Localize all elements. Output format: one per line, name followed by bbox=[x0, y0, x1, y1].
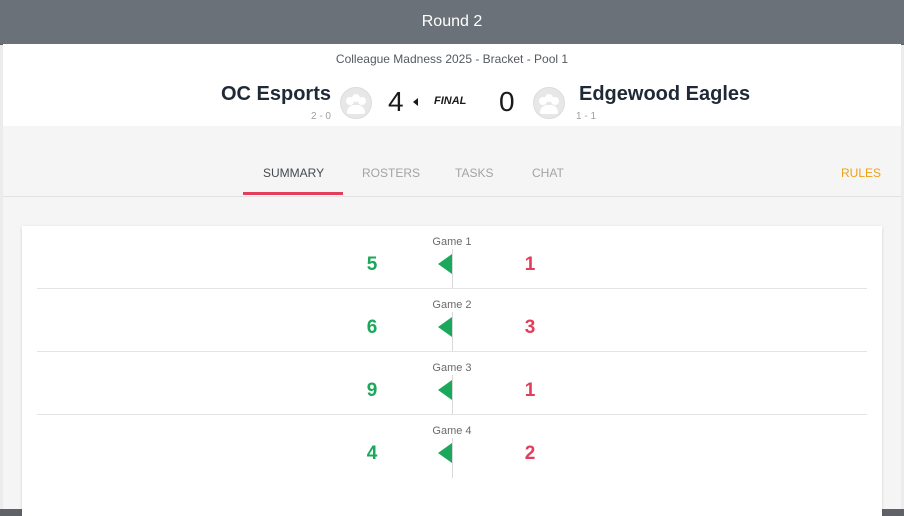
winner-flag-left-icon bbox=[438, 254, 452, 274]
game-label: Game 1 bbox=[432, 236, 472, 248]
away-team-avatar-icon[interactable] bbox=[533, 87, 565, 119]
home-team-avatar-icon[interactable] bbox=[340, 87, 372, 119]
winner-flag-left-icon bbox=[438, 443, 452, 463]
tab-summary[interactable]: SUMMARY bbox=[263, 166, 324, 180]
game-label: Game 2 bbox=[432, 299, 472, 311]
away-team-score: 0 bbox=[499, 86, 515, 117]
modal-frame: Round 2 Colleague Madness 2025 - Bracket… bbox=[0, 0, 904, 516]
modal-title: Round 2 bbox=[0, 0, 904, 45]
avatar-person-icon bbox=[358, 97, 366, 105]
home-team-score: 4 bbox=[388, 86, 404, 117]
home-game-score: 9 bbox=[366, 380, 378, 401]
away-game-score: 3 bbox=[524, 317, 536, 338]
game-divider-line bbox=[452, 375, 453, 415]
game-row: Game 3 9 1 bbox=[37, 352, 867, 415]
home-team-name[interactable]: OC Esports bbox=[221, 83, 331, 106]
game-divider-line bbox=[452, 438, 453, 478]
avatar-body-icon bbox=[347, 105, 365, 114]
tab-tasks[interactable]: TASKS bbox=[455, 166, 493, 180]
avatar-body-icon bbox=[540, 105, 558, 114]
game-divider-line bbox=[452, 249, 453, 289]
away-game-score: 1 bbox=[524, 380, 536, 401]
home-game-score: 6 bbox=[366, 317, 378, 338]
game-label: Game 4 bbox=[432, 425, 472, 437]
active-tab-indicator bbox=[243, 192, 343, 195]
away-game-score: 1 bbox=[524, 254, 536, 275]
game-row: Game 2 6 3 bbox=[37, 289, 867, 352]
tab-chat[interactable]: CHAT bbox=[532, 166, 564, 180]
home-game-score: 5 bbox=[366, 254, 378, 275]
match-status: FINAL bbox=[434, 95, 467, 107]
match-subtitle: Colleague Madness 2025 - Bracket - Pool … bbox=[335, 52, 569, 66]
winner-flag-left-icon bbox=[438, 317, 452, 337]
winner-indicator-icon bbox=[413, 98, 418, 106]
winner-flag-left-icon bbox=[438, 380, 452, 400]
away-team-name[interactable]: Edgewood Eagles bbox=[579, 83, 750, 106]
rules-link[interactable]: RULES bbox=[841, 166, 881, 180]
summary-content: Game 1 5 1 Game 2 6 3 Game 3 9 1 Game 4 … bbox=[3, 197, 901, 516]
away-team-record: 1 - 1 bbox=[576, 111, 597, 122]
home-team-record: 2 - 0 bbox=[310, 111, 331, 122]
avatar-person-icon bbox=[551, 97, 559, 105]
tab-bar: SUMMARY ROSTERS TASKS CHAT RULES bbox=[3, 126, 901, 197]
home-game-score: 4 bbox=[366, 443, 378, 464]
away-game-score: 2 bbox=[524, 443, 536, 464]
game-label: Game 3 bbox=[432, 362, 472, 374]
game-row: Game 1 5 1 bbox=[37, 226, 867, 289]
game-divider-line bbox=[452, 312, 453, 352]
tab-rosters[interactable]: ROSTERS bbox=[362, 166, 420, 180]
match-panel: Colleague Madness 2025 - Bracket - Pool … bbox=[3, 44, 901, 516]
game-row: Game 4 4 2 bbox=[37, 415, 867, 478]
games-card: Game 1 5 1 Game 2 6 3 Game 3 9 1 Game 4 … bbox=[22, 226, 882, 516]
